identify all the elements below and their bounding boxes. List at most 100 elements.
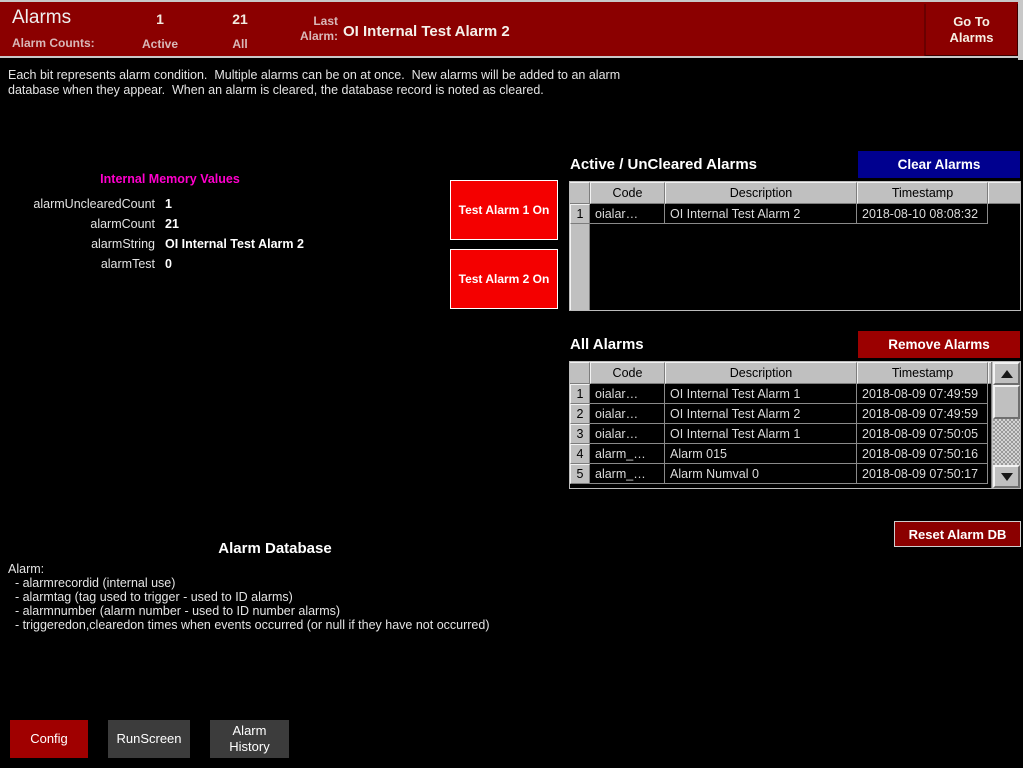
alarm-database-description: Alarm: - alarmrecordid (internal use) - … xyxy=(8,562,490,632)
memory-value-alarmstring: OI Internal Test Alarm 2 xyxy=(165,237,304,251)
table-row[interactable]: 5 alarm_… Alarm Numval 0 2018-08-09 07:5… xyxy=(570,464,1020,484)
column-header-description[interactable]: Description xyxy=(665,182,857,204)
nav-button-alarm-history[interactable]: Alarm History xyxy=(210,720,289,758)
all-alarms-table: Code Description Timestamp 1 oialar… OI … xyxy=(569,361,1021,489)
last-alarm-value: OI Internal Test Alarm 2 xyxy=(343,23,510,40)
cell-description: OI Internal Test Alarm 1 xyxy=(665,424,857,444)
memory-label-alarmtest: alarmTest xyxy=(0,257,165,271)
scroll-up-button[interactable] xyxy=(993,362,1020,385)
description-text: Each bit represents alarm condition. Mul… xyxy=(8,68,708,98)
test-alarm-2-on-button[interactable]: Test Alarm 2 On xyxy=(450,249,558,309)
triangle-up-icon xyxy=(1001,370,1013,378)
nav-button-alarm-history-line1: Alarm xyxy=(229,723,269,739)
cell-code: alarm_… xyxy=(590,444,665,464)
alarm-database-line-1: Alarm: xyxy=(8,562,490,576)
go-to-alarms-button[interactable]: Go To Alarms xyxy=(924,4,1018,56)
header-right-edge xyxy=(1018,2,1023,60)
table-row[interactable]: 3 oialar… OI Internal Test Alarm 1 2018-… xyxy=(570,424,1020,444)
memory-row: alarmUnclearedCount 1 xyxy=(0,194,340,214)
scrollbar-thumb[interactable] xyxy=(993,385,1020,419)
scroll-down-button[interactable] xyxy=(993,465,1020,488)
go-to-alarms-line2: Alarms xyxy=(949,30,993,46)
reset-alarm-db-button[interactable]: Reset Alarm DB xyxy=(894,521,1021,547)
alarm-database-line-4: - alarmnumber (alarm number - used to ID… xyxy=(8,604,490,618)
cell-description: OI Internal Test Alarm 2 xyxy=(665,404,857,424)
column-header-timestamp[interactable]: Timestamp xyxy=(857,362,988,384)
cell-timestamp: 2018-08-09 07:50:05 xyxy=(857,424,988,444)
cell-timestamp: 2018-08-09 07:49:59 xyxy=(857,384,988,404)
alarm-header-bar: Alarms Alarm Counts: 1 Active 21 All Las… xyxy=(0,0,1023,58)
column-header-rownum xyxy=(570,362,590,384)
cell-timestamp: 2018-08-09 07:50:16 xyxy=(857,444,988,464)
all-alarm-count-label: All xyxy=(210,37,270,51)
row-number: 3 xyxy=(570,424,590,444)
column-header-timestamp[interactable]: Timestamp xyxy=(857,182,988,204)
description-line-2: database when they appear. When an alarm… xyxy=(8,83,708,98)
memory-value-alarmunclearedcount: 1 xyxy=(165,197,172,211)
clear-alarms-button[interactable]: Clear Alarms xyxy=(858,151,1020,178)
internal-memory-values-title: Internal Memory Values xyxy=(0,172,340,186)
cell-code: oialar… xyxy=(590,424,665,444)
column-header-description[interactable]: Description xyxy=(665,362,857,384)
memory-label-alarmcount: alarmCount xyxy=(0,217,165,231)
last-alarm-label-line1: Last xyxy=(290,14,338,29)
page-title: Alarms xyxy=(12,7,71,29)
alarm-database-title: Alarm Database xyxy=(0,540,550,557)
active-alarms-table-header: Code Description Timestamp xyxy=(570,182,1020,204)
memory-label-alarmstring: alarmString xyxy=(0,237,165,251)
memory-row: alarmString OI Internal Test Alarm 2 xyxy=(0,234,340,254)
all-alarms-table-header: Code Description Timestamp xyxy=(570,362,1020,384)
row-number: 2 xyxy=(570,404,590,424)
go-to-alarms-line1: Go To xyxy=(949,14,993,30)
cell-code: alarm_… xyxy=(590,464,665,484)
active-alarm-count-label: Active xyxy=(130,37,190,51)
cell-description: OI Internal Test Alarm 1 xyxy=(665,384,857,404)
column-header-pad xyxy=(988,182,1020,204)
row-number: 4 xyxy=(570,444,590,464)
scrollbar-track[interactable] xyxy=(993,385,1020,465)
all-alarms-title: All Alarms xyxy=(570,336,644,353)
cell-code: oialar… xyxy=(590,204,665,224)
cell-description: OI Internal Test Alarm 2 xyxy=(665,204,857,224)
column-header-code[interactable]: Code xyxy=(590,182,665,204)
active-alarms-gutter-filler xyxy=(570,224,590,310)
row-number: 1 xyxy=(570,384,590,404)
cell-description: Alarm 015 xyxy=(665,444,857,464)
cell-timestamp: 2018-08-09 07:49:59 xyxy=(857,404,988,424)
cell-description: Alarm Numval 0 xyxy=(665,464,857,484)
table-row[interactable]: 1 oialar… OI Internal Test Alarm 2 2018-… xyxy=(570,204,1020,224)
memory-label-alarmunclearedcount: alarmUnclearedCount xyxy=(0,197,165,211)
table-row[interactable]: 4 alarm_… Alarm 015 2018-08-09 07:50:16 xyxy=(570,444,1020,464)
alarm-database-line-5: - triggeredon,clearedon times when event… xyxy=(8,618,490,632)
cell-timestamp: 2018-08-09 07:50:17 xyxy=(857,464,988,484)
table-row[interactable]: 1 oialar… OI Internal Test Alarm 1 2018-… xyxy=(570,384,1020,404)
nav-button-config[interactable]: Config xyxy=(10,720,88,758)
row-number: 1 xyxy=(570,204,590,224)
last-alarm-label: Last Alarm: xyxy=(290,14,338,44)
active-alarm-count: 1 xyxy=(130,11,190,27)
all-alarms-scrollbar[interactable] xyxy=(991,362,1020,488)
memory-value-alarmcount: 21 xyxy=(165,217,179,231)
nav-button-alarm-history-line2: History xyxy=(229,739,269,755)
cell-code: oialar… xyxy=(590,404,665,424)
remove-alarms-button[interactable]: Remove Alarms xyxy=(858,331,1020,358)
test-alarm-1-on-button[interactable]: Test Alarm 1 On xyxy=(450,180,558,240)
row-number: 5 xyxy=(570,464,590,484)
cell-code: oialar… xyxy=(590,384,665,404)
all-alarms-table-body: 1 oialar… OI Internal Test Alarm 1 2018-… xyxy=(570,384,1020,484)
internal-memory-values-panel: Internal Memory Values alarmUnclearedCou… xyxy=(0,172,340,274)
alarm-database-line-3: - alarmtag (tag used to trigger - used t… xyxy=(8,590,490,604)
alarm-counts-label: Alarm Counts: xyxy=(12,36,95,50)
last-alarm-label-line2: Alarm: xyxy=(290,29,338,44)
memory-value-alarmtest: 0 xyxy=(165,257,172,271)
active-alarms-title: Active / UnCleared Alarms xyxy=(570,156,757,173)
description-line-1: Each bit represents alarm condition. Mul… xyxy=(8,68,708,83)
table-row[interactable]: 2 oialar… OI Internal Test Alarm 2 2018-… xyxy=(570,404,1020,424)
cell-pad xyxy=(988,204,1020,224)
nav-button-runscreen[interactable]: RunScreen xyxy=(108,720,190,758)
column-header-rownum xyxy=(570,182,590,204)
all-alarm-count: 21 xyxy=(210,11,270,27)
triangle-down-icon xyxy=(1001,473,1013,481)
memory-row: alarmCount 21 xyxy=(0,214,340,234)
column-header-code[interactable]: Code xyxy=(590,362,665,384)
